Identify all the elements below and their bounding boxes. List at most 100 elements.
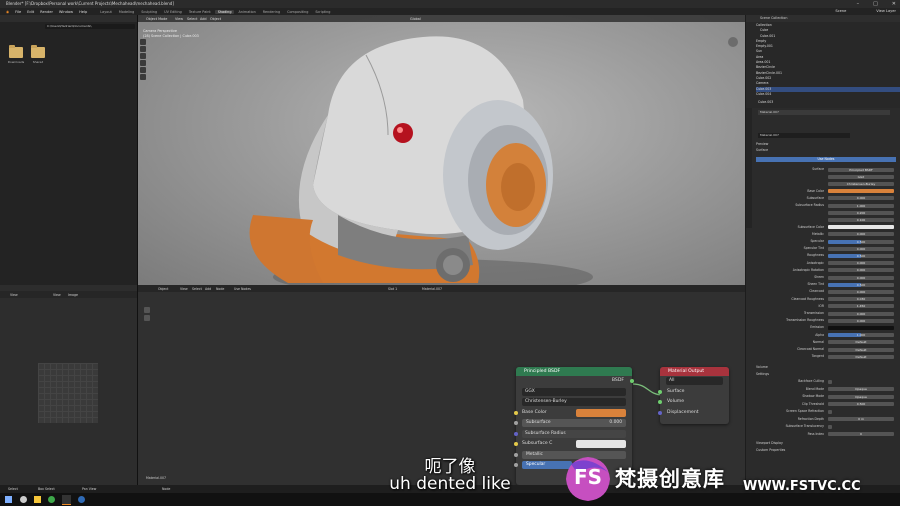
folder-item[interactable]: Downloads: [6, 45, 26, 64]
material-name-field[interactable]: Material.007: [758, 133, 850, 138]
input-socket[interactable]: [514, 421, 518, 426]
use-nodes-button[interactable]: Use Nodes: [756, 157, 896, 162]
subsurface-method-dropdown[interactable]: Christensen-Burley: [522, 398, 626, 406]
setting-field[interactable]: Opaque: [828, 387, 894, 391]
view-layer-selector[interactable]: View Layer: [876, 9, 896, 13]
property-field[interactable]: 0.000: [828, 311, 894, 316]
property-field[interactable]: 0.000: [828, 196, 894, 201]
material-slot[interactable]: Material.007: [758, 110, 890, 115]
property-field[interactable]: 1.000: [828, 333, 894, 338]
minimize-icon[interactable]: –: [857, 1, 860, 7]
property-field[interactable]: 0.500: [828, 282, 894, 287]
menu-help[interactable]: Help: [79, 10, 87, 14]
property-field[interactable]: 1.000: [828, 203, 894, 208]
property-field[interactable]: Principled BSDF: [828, 167, 894, 172]
surface-section[interactable]: Surface: [756, 148, 768, 152]
material-output-node[interactable]: Material Output All Surface Volume Displ…: [658, 367, 729, 424]
maximize-icon[interactable]: □: [873, 1, 878, 7]
menu-view[interactable]: View: [53, 293, 61, 297]
property-field[interactable]: 0.100: [828, 217, 894, 222]
property-field[interactable]: Christensen-Burley: [828, 181, 894, 186]
3d-viewport[interactable]: Object Mode View Select Add Object Globa…: [138, 15, 745, 285]
viewport-display-section[interactable]: Viewport Display: [756, 441, 783, 445]
property-field[interactable]: 0.500: [828, 239, 894, 244]
property-field[interactable]: Default: [828, 340, 894, 345]
property-field[interactable]: 0.200: [828, 210, 894, 215]
property-field[interactable]: 0.000: [828, 318, 894, 323]
tab-sculpting[interactable]: Sculpting: [138, 10, 160, 14]
menu-window[interactable]: Window: [59, 10, 73, 14]
menu-view[interactable]: View: [10, 293, 18, 297]
property-field[interactable]: Default: [828, 347, 894, 352]
property-field[interactable]: [828, 225, 894, 230]
menu-file[interactable]: File: [15, 10, 21, 14]
property-field[interactable]: 0.000: [828, 275, 894, 280]
tab-uv-editing[interactable]: UV Editing: [161, 10, 185, 14]
property-field[interactable]: 1.450: [828, 304, 894, 309]
setting-label: Clip Threshold: [801, 401, 824, 406]
file-path-field[interactable]: C:\Users\Hadrien\Documents\: [45, 24, 135, 29]
property-field[interactable]: 0.000: [828, 232, 894, 237]
close-icon[interactable]: ✕: [892, 1, 896, 7]
property-field[interactable]: Default: [828, 354, 894, 359]
setting-field[interactable]: 0.500: [828, 402, 894, 406]
search-icon[interactable]: [20, 496, 27, 503]
setting-field[interactable]: [828, 379, 832, 384]
property-field[interactable]: 0.000: [828, 261, 894, 266]
setting-field[interactable]: 0 m: [828, 417, 894, 421]
tab-texture-paint[interactable]: Texture Paint: [186, 10, 214, 14]
setting-field[interactable]: [828, 409, 832, 414]
property-row: Base Color: [754, 189, 896, 194]
property-row: Emission: [754, 325, 896, 330]
property-field[interactable]: [828, 189, 894, 194]
menu-edit[interactable]: Edit: [27, 10, 34, 14]
windows-start-icon[interactable]: [5, 496, 12, 503]
scene-selector[interactable]: Scene: [835, 9, 846, 13]
setting-field[interactable]: [828, 424, 832, 429]
property-field[interactable]: GGX: [828, 174, 894, 179]
outliner-row[interactable]: Cube.004: [756, 92, 900, 97]
property-field[interactable]: 0.000: [828, 246, 894, 251]
settings-section[interactable]: Settings: [756, 372, 769, 376]
menu-render[interactable]: Render: [40, 10, 53, 14]
app-icon[interactable]: [78, 496, 85, 503]
input-socket[interactable]: [658, 410, 662, 415]
distribution-dropdown[interactable]: GGX: [522, 387, 626, 396]
browser-icon[interactable]: [48, 496, 55, 503]
property-field[interactable]: 0.000: [828, 289, 894, 294]
setting-field[interactable]: 0: [828, 432, 894, 436]
property-label: Transmission Roughness: [786, 318, 824, 323]
file-explorer-icon[interactable]: [34, 496, 41, 503]
input-socket[interactable]: [514, 410, 518, 415]
input-socket[interactable]: [514, 431, 518, 436]
tab-compositing[interactable]: Compositing: [284, 10, 311, 14]
tab-scripting[interactable]: Scripting: [312, 10, 333, 14]
base-color-swatch[interactable]: [576, 408, 626, 417]
property-field[interactable]: [828, 325, 894, 330]
property-field[interactable]: 0.000: [828, 268, 894, 273]
property-label: IOR: [818, 303, 825, 308]
subsurface-color-swatch[interactable]: [576, 440, 626, 448]
folder-item[interactable]: Shared: [28, 45, 48, 64]
bsdf-output-row: BSDF: [516, 376, 634, 387]
volume-section[interactable]: Volume: [756, 365, 768, 369]
tab-modeling[interactable]: Modeling: [116, 10, 137, 14]
setting-field[interactable]: Opaque: [828, 394, 894, 399]
subsurface-slider[interactable]: Subsurface 0.000: [522, 419, 626, 427]
tab-layout[interactable]: Layout: [97, 10, 115, 14]
preview-section[interactable]: Preview: [756, 142, 768, 146]
menu-image[interactable]: Image: [68, 293, 78, 297]
target-dropdown[interactable]: All: [666, 377, 723, 385]
property-field[interactable]: 0.500: [828, 253, 894, 258]
navigation-gizmo-icon[interactable]: [728, 37, 738, 47]
property-row: Anisotropic 0.000: [754, 261, 896, 266]
tab-animation[interactable]: Animation: [235, 10, 258, 14]
input-socket[interactable]: [658, 389, 662, 394]
tab-rendering[interactable]: Rendering: [260, 10, 283, 14]
property-field[interactable]: 0.030: [828, 297, 894, 302]
blender-taskbar-icon[interactable]: [62, 495, 71, 505]
subsurface-radius-field[interactable]: Subsurface Radius: [522, 429, 626, 438]
blender-logo-icon[interactable]: ◉: [6, 10, 9, 14]
tab-shading[interactable]: Shading: [214, 9, 235, 14]
input-socket[interactable]: [658, 400, 662, 405]
